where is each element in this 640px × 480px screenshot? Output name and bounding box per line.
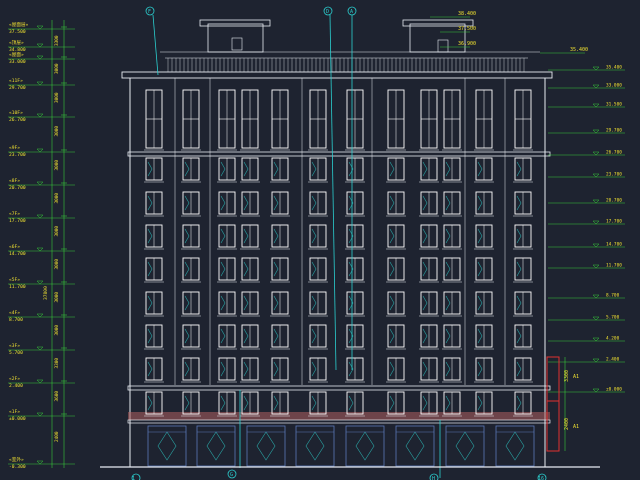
right-level-value: 11.700 — [606, 263, 622, 269]
left-dim-value: 3000 — [54, 160, 60, 171]
right-level-value: 20.700 — [606, 198, 622, 204]
left-level-tag: «11F» — [9, 78, 23, 84]
left-level-tag: «顶层» — [9, 40, 24, 46]
left-dim-value: 3000 — [54, 292, 60, 303]
left-level-value: -0.300 — [9, 464, 26, 470]
left-level-value: 14.700 — [9, 251, 26, 257]
left-level-value: 37.500 — [9, 29, 26, 35]
axis-number-left: 1 — [132, 476, 135, 480]
roof-mech-low-label: 36.900 — [458, 41, 476, 47]
grid-bubble-bottom-2: H — [432, 476, 435, 480]
left-level-tag: «室外» — [9, 456, 24, 463]
left-dim-value: 3600 — [54, 391, 60, 402]
right-tag-2: A1 — [573, 424, 579, 430]
right-dim-1: 3300 — [564, 370, 570, 382]
roof-mech-top-label: 37.500 — [458, 26, 476, 32]
right-level-value: 33.000 — [606, 83, 622, 89]
left-dim-value: 3000 — [54, 63, 60, 74]
right-level-value: 5.700 — [606, 315, 620, 321]
left-level-value: 5.700 — [9, 350, 23, 356]
right-level-value: ±0.000 — [606, 387, 622, 393]
left-dim-value: 3300 — [54, 35, 60, 46]
left-level-value: 8.700 — [9, 317, 23, 323]
grid-bubble-top-1: F — [148, 9, 151, 15]
left-dim-value: 3000 — [54, 325, 60, 336]
left-level-tag: «1F» — [9, 409, 20, 415]
left-dim-value: 3000 — [54, 92, 60, 103]
left-level-tag: «6F» — [9, 244, 20, 250]
roof-peak-label: 38.400 — [458, 11, 476, 17]
left-level-tag: «4F» — [9, 310, 20, 316]
left-level-tag: «屋面» — [9, 52, 24, 58]
right-level-value: 8.700 — [606, 293, 620, 299]
right-tag-1: A1 — [573, 374, 579, 380]
left-level-value: ±0.000 — [9, 416, 26, 422]
left-level-tag: «3F» — [9, 343, 20, 349]
right-level-value: 4.200 — [606, 336, 620, 342]
grid-bubble-top-2: D — [326, 9, 329, 15]
left-dim-value: 3300 — [54, 358, 60, 369]
left-level-value: 33.000 — [9, 59, 26, 65]
left-level-value: 23.700 — [9, 152, 26, 158]
left-level-value: 11.700 — [9, 284, 26, 290]
left-level-value: 20.700 — [9, 185, 26, 191]
grid-bubble-bottom-1: G — [230, 472, 233, 478]
right-level-value: 17.700 — [606, 219, 622, 225]
left-level-tag: «10F» — [9, 110, 23, 116]
left-dim-value: 2400 — [54, 431, 60, 442]
left-level-value: 17.700 — [9, 218, 26, 224]
left-total-dim: 37800 — [43, 286, 49, 300]
left-level-value: 26.700 — [9, 117, 26, 123]
right-level-value: 14.700 — [606, 242, 622, 248]
left-dim-value: 3000 — [54, 126, 60, 137]
right-level-value: 31.500 — [606, 102, 622, 108]
parapet-label: 35.400 — [570, 47, 588, 53]
left-level-value: 29.700 — [9, 85, 26, 91]
elevation-drawing: 3300 3000 3000 3000 3000 3000 3000 3000 3000 3000… — [0, 0, 640, 480]
left-dim-value: 3000 — [54, 226, 60, 237]
left-level-tag: «9F» — [9, 145, 20, 151]
right-level-value: 2.400 — [606, 357, 620, 363]
left-level-tag: «5F» — [9, 277, 20, 283]
axis-number-right: 16 — [538, 476, 544, 480]
right-level-value: 23.700 — [606, 172, 622, 178]
left-level-tag: «屋面层» — [9, 22, 29, 28]
left-dim-value: 3000 — [54, 193, 60, 204]
left-level-value: 2.400 — [9, 383, 23, 389]
right-level-value: 35.400 — [606, 65, 622, 71]
left-dim-value: 3000 — [54, 259, 60, 270]
left-level-tag: «8F» — [9, 178, 20, 184]
grid-bubble-top-3: A — [350, 9, 353, 15]
left-level-tag: «7F» — [9, 211, 20, 217]
right-level-value: 29.700 — [606, 128, 622, 134]
left-level-tag: «2F» — [9, 376, 20, 382]
right-dim-2: 2400 — [564, 418, 570, 430]
right-level-value: 26.700 — [606, 150, 622, 156]
